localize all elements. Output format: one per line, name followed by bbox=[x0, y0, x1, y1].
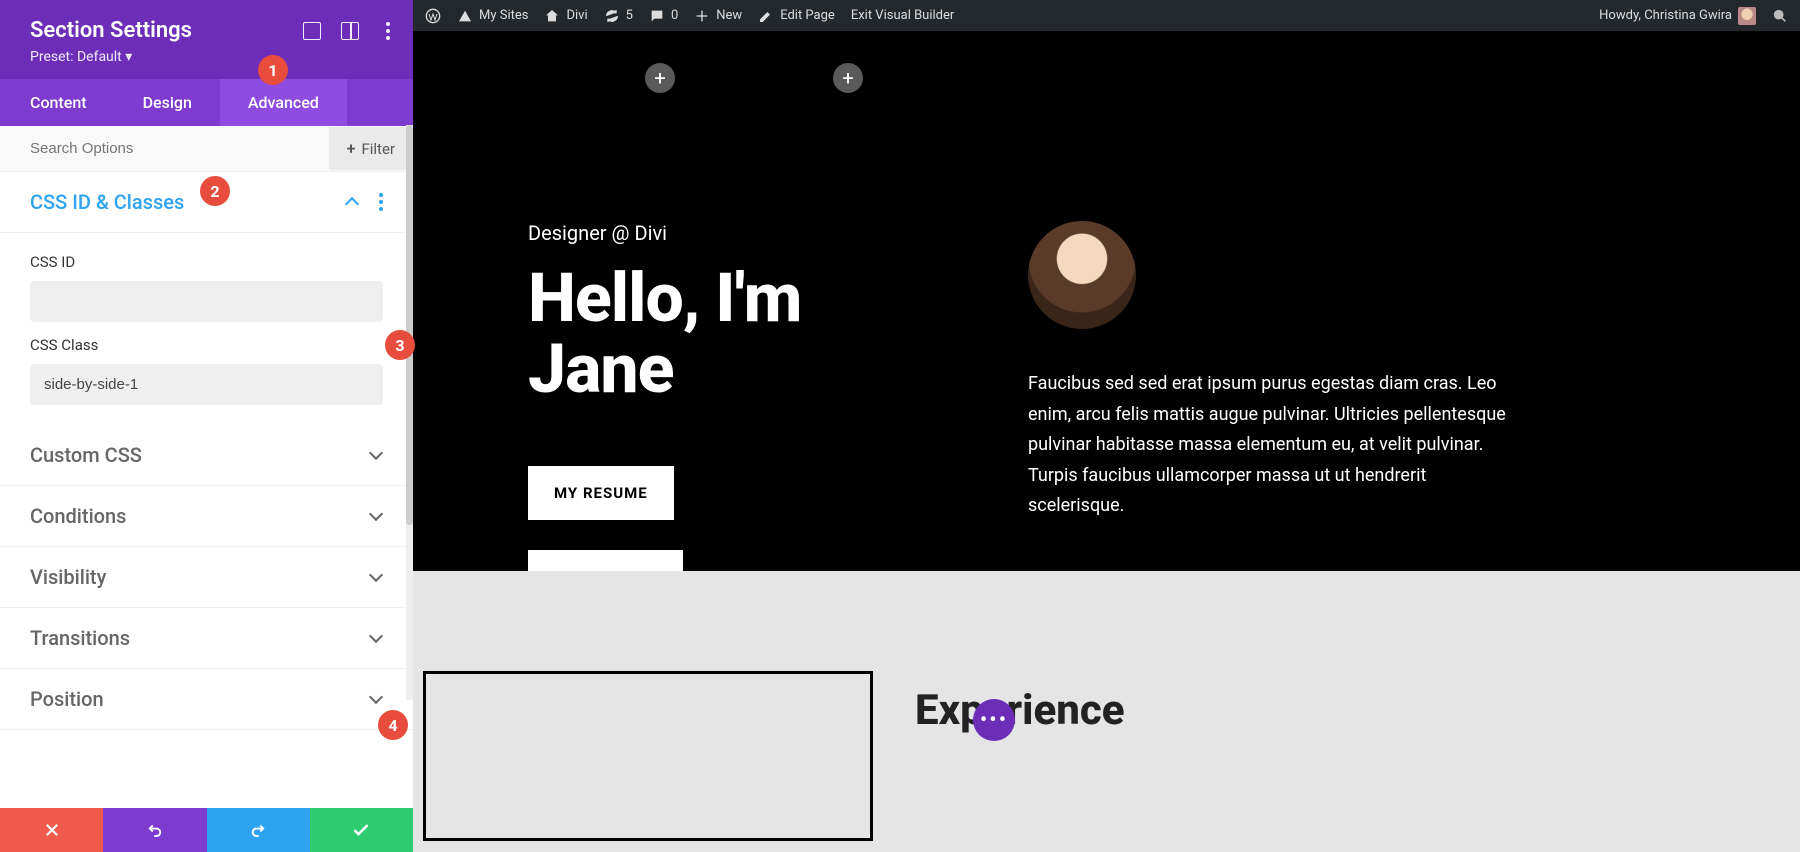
more-icon[interactable] bbox=[379, 22, 397, 40]
updates-count: 5 bbox=[626, 8, 633, 23]
annotation-badge-2: 2 bbox=[200, 176, 230, 206]
settings-tabs: Content Design Advanced bbox=[0, 79, 413, 126]
exit-vb-link[interactable]: Exit Visual Builder bbox=[851, 8, 954, 23]
fab-dots-icon: ••• bbox=[980, 708, 1008, 733]
site-link[interactable]: Divi bbox=[544, 8, 587, 24]
annotation-badge-3: 3 bbox=[385, 330, 415, 360]
section-transitions[interactable]: Transitions bbox=[0, 608, 413, 669]
filter-label: Filter bbox=[361, 140, 395, 158]
howdy-link[interactable]: Howdy, Christina Gwira bbox=[1599, 7, 1756, 25]
settings-panel: Section Settings Preset: Default ▾ Conte… bbox=[0, 0, 413, 852]
footer-actions bbox=[0, 808, 413, 852]
css-id-classes-fields: CSS ID CSS Class bbox=[0, 233, 413, 425]
plus-icon: + bbox=[347, 139, 356, 158]
home-icon bbox=[544, 8, 560, 24]
section-custom-css[interactable]: Custom CSS bbox=[0, 425, 413, 486]
add-module-button[interactable]: + bbox=[645, 63, 675, 93]
my-sites-label: My Sites bbox=[479, 8, 528, 23]
builder-fab[interactable]: ••• bbox=[973, 699, 1015, 741]
exit-vb-label: Exit Visual Builder bbox=[851, 8, 954, 23]
search-input[interactable] bbox=[0, 126, 329, 171]
tab-content[interactable]: Content bbox=[0, 79, 115, 126]
pencil-icon bbox=[758, 8, 774, 24]
section-conditions[interactable]: Conditions bbox=[0, 486, 413, 547]
hero-left-column: Designer @ Divi Hello, I'm Jane MY RESUM… bbox=[528, 221, 938, 604]
css-class-input[interactable] bbox=[30, 364, 383, 405]
section-title: Conditions bbox=[30, 504, 126, 528]
edit-page-label: Edit Page bbox=[780, 8, 835, 23]
chevron-down-icon bbox=[369, 448, 383, 462]
section-title: CSS ID & Classes bbox=[30, 190, 184, 214]
panel-preset[interactable]: Preset: Default ▾ bbox=[30, 49, 383, 65]
redo-button[interactable] bbox=[207, 808, 310, 852]
comments-link[interactable]: 0 bbox=[649, 8, 678, 24]
chevron-down-icon bbox=[369, 570, 383, 584]
profile-avatar bbox=[1028, 221, 1136, 329]
comments-count: 0 bbox=[671, 8, 678, 23]
edit-page-link[interactable]: Edit Page bbox=[758, 8, 835, 24]
section-visibility[interactable]: Visibility bbox=[0, 547, 413, 608]
tab-design[interactable]: Design bbox=[115, 79, 220, 126]
section-position[interactable]: Position bbox=[0, 669, 413, 730]
new-label: New bbox=[716, 8, 742, 23]
chevron-down-icon bbox=[369, 692, 383, 706]
section-title: Position bbox=[30, 687, 104, 711]
refresh-icon bbox=[604, 8, 620, 24]
css-id-input[interactable] bbox=[30, 281, 383, 322]
wp-logo[interactable] bbox=[425, 8, 441, 24]
annotation-badge-1: 1 bbox=[258, 55, 288, 85]
scrollbar-thumb[interactable] bbox=[406, 125, 413, 525]
cancel-button[interactable] bbox=[0, 808, 103, 852]
sites-icon bbox=[457, 8, 473, 24]
hero-title: Hello, I'm Jane bbox=[528, 263, 938, 406]
page-preview: My Sites Divi 5 0 New Edit Page Exit Vis… bbox=[413, 0, 1800, 852]
undo-button[interactable] bbox=[103, 808, 206, 852]
admin-search[interactable] bbox=[1772, 8, 1788, 24]
updates-link[interactable]: 5 bbox=[604, 8, 633, 24]
site-name-label: Divi bbox=[566, 8, 587, 23]
wp-admin-bar: My Sites Divi 5 0 New Edit Page Exit Vis… bbox=[413, 0, 1800, 31]
save-button[interactable] bbox=[310, 808, 413, 852]
section-title: Transitions bbox=[30, 626, 130, 650]
comment-icon bbox=[649, 8, 665, 24]
plus-icon bbox=[694, 8, 710, 24]
hero-section: + + Designer @ Divi Hello, I'm Jane MY R… bbox=[413, 31, 1800, 571]
annotation-badge-4: 4 bbox=[378, 710, 408, 740]
tab-advanced[interactable]: Advanced bbox=[220, 79, 347, 126]
css-class-label: CSS Class bbox=[30, 336, 383, 354]
chevron-down-icon bbox=[369, 631, 383, 645]
expand-icon[interactable] bbox=[303, 22, 321, 40]
experience-title: Experience bbox=[915, 686, 1125, 735]
new-link[interactable]: New bbox=[694, 8, 742, 24]
search-row: + Filter bbox=[0, 126, 413, 172]
section-title: Visibility bbox=[30, 565, 106, 589]
section-title: Custom CSS bbox=[30, 443, 142, 467]
add-module-button[interactable]: + bbox=[833, 63, 863, 93]
hero-right-column: Faucibus sed sed erat ipsum purus egesta… bbox=[1028, 221, 1508, 604]
user-avatar-icon bbox=[1738, 7, 1756, 25]
filter-button[interactable]: + Filter bbox=[329, 127, 413, 170]
panel-body: CSS ID & Classes CSS ID CSS Class Custom… bbox=[0, 172, 413, 808]
section-more-icon[interactable] bbox=[373, 193, 383, 211]
hero-paragraph: Faucibus sed sed erat ipsum purus egesta… bbox=[1028, 369, 1508, 522]
css-id-label: CSS ID bbox=[30, 253, 383, 271]
panel-header: Section Settings Preset: Default ▾ bbox=[0, 0, 413, 79]
my-sites-link[interactable]: My Sites bbox=[457, 8, 528, 24]
howdy-label: Howdy, Christina Gwira bbox=[1599, 8, 1732, 23]
hero-subtitle: Designer @ Divi bbox=[528, 221, 938, 245]
chevron-down-icon bbox=[369, 509, 383, 523]
chevron-up-icon bbox=[345, 195, 359, 209]
resume-button[interactable]: MY RESUME bbox=[528, 466, 674, 520]
experience-section: Experience ••• bbox=[413, 571, 1800, 852]
experience-outline-box bbox=[423, 671, 873, 841]
responsive-icon[interactable] bbox=[341, 22, 359, 40]
